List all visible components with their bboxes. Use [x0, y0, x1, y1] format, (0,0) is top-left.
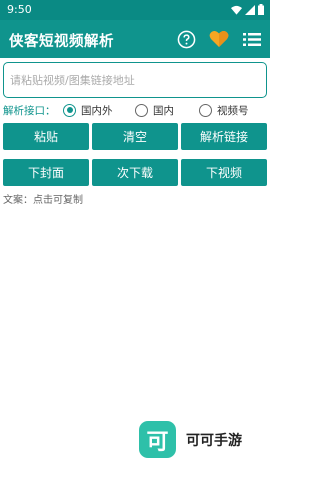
status-time: 9:50	[7, 3, 32, 16]
caption-copy-hint[interactable]: 文案：点击可复制	[3, 191, 83, 206]
radio-label: 国内	[153, 104, 174, 117]
heart-icon	[209, 31, 229, 47]
download-cover-button[interactable]: 下封面	[3, 159, 89, 186]
download-next-button[interactable]: 次下载	[92, 159, 178, 186]
clear-button[interactable]: 清空	[92, 123, 178, 150]
menu-list-icon	[243, 32, 261, 46]
radio-domestic[interactable]: 国内	[135, 103, 199, 118]
app-title: 侠客短视频解析	[9, 34, 114, 50]
watermark: 可 可可手游	[139, 421, 242, 458]
radio-channels[interactable]: 视频号	[199, 103, 249, 118]
radio-dot	[199, 103, 212, 117]
wifi-icon	[231, 5, 242, 15]
favorite-button[interactable]	[209, 29, 229, 49]
radio-label: 国内外	[81, 104, 113, 117]
api-label: 解析接口：	[3, 104, 56, 117]
watermark-logo: 可	[139, 421, 176, 458]
radio-label: 视频号	[217, 104, 249, 117]
paste-button[interactable]: 粘贴	[3, 123, 89, 150]
help-button[interactable]	[176, 29, 196, 49]
radio-overseas[interactable]: 国内外	[63, 103, 135, 118]
download-video-button[interactable]: 下视频	[181, 159, 267, 186]
radio-dot	[135, 103, 148, 117]
radio-dot	[63, 103, 76, 117]
help-icon	[177, 30, 195, 48]
signal-icon	[245, 4, 255, 15]
status-icons	[231, 4, 264, 15]
url-input[interactable]	[3, 62, 267, 98]
menu-button[interactable]	[242, 29, 262, 49]
status-bar: 9:50	[0, 0, 270, 20]
battery-icon	[258, 4, 264, 15]
api-selector: 解析接口： 国内外 国内 视频号	[3, 102, 249, 118]
app-bar: 侠客短视频解析	[0, 20, 270, 58]
watermark-name: 可可手游	[186, 432, 242, 449]
parse-link-button[interactable]: 解析链接	[181, 123, 267, 150]
